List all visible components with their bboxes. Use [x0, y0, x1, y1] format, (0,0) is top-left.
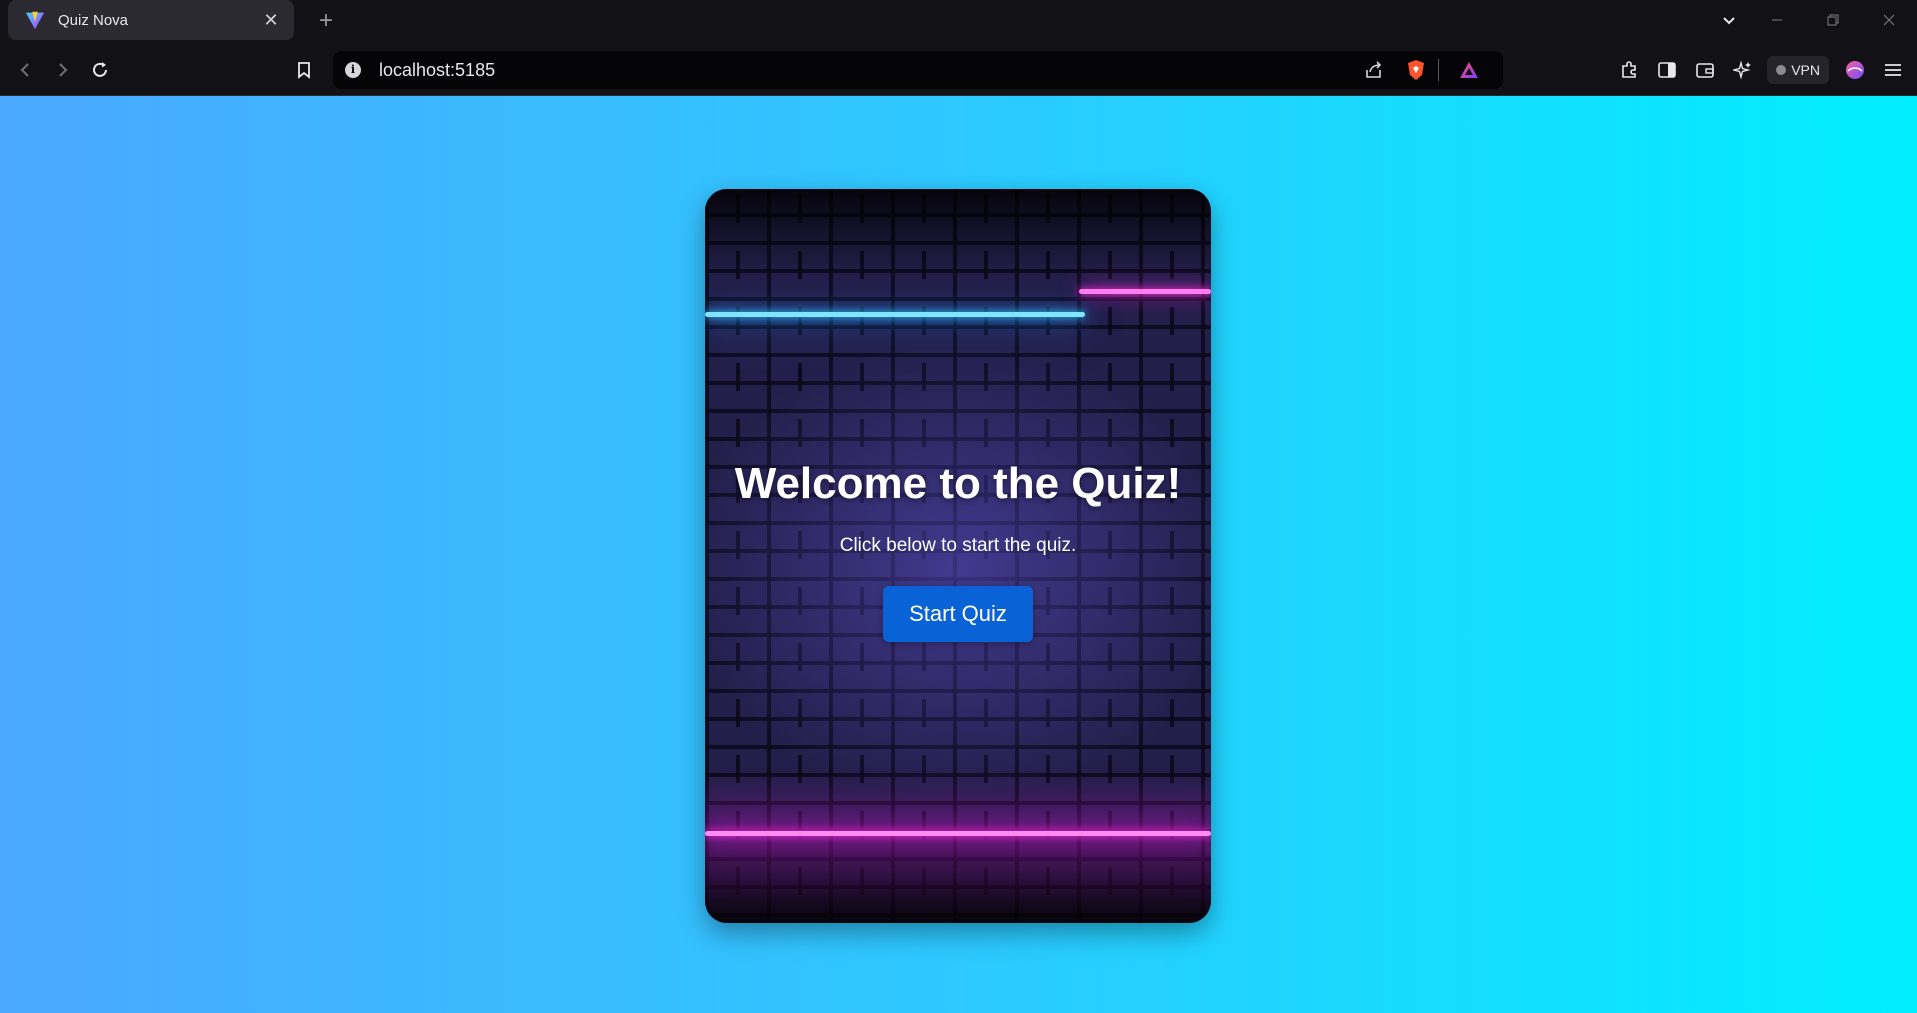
reload-icon[interactable] [86, 56, 114, 84]
chevron-down-icon[interactable] [1709, 0, 1749, 40]
tab-bar: Quiz Nova ✕ + [0, 0, 1917, 44]
page-title: Welcome to the Quiz! [734, 459, 1182, 508]
browser-tab[interactable]: Quiz Nova ✕ [8, 0, 294, 40]
quiz-welcome-card: Welcome to the Quiz! Click below to star… [705, 189, 1211, 923]
divider [1438, 59, 1439, 81]
vite-logo-icon [25, 11, 45, 30]
new-tab-button[interactable]: + [312, 8, 340, 36]
leo-ai-icon[interactable] [1729, 56, 1757, 84]
forward-arrow-icon[interactable] [48, 56, 76, 84]
toolbar-right: VPN [1615, 44, 1917, 96]
tab-title: Quiz Nova [58, 11, 129, 29]
brave-rewards-icon[interactable] [1457, 58, 1481, 82]
browser-toolbar: i localhost:5185 VPN [0, 44, 1917, 96]
card-content: Welcome to the Quiz! Click below to star… [705, 189, 1211, 923]
minimize-icon[interactable] [1749, 0, 1805, 40]
profile-avatar-icon[interactable] [1841, 56, 1869, 84]
start-quiz-button[interactable]: Start Quiz [883, 586, 1033, 642]
back-arrow-icon[interactable] [12, 56, 40, 84]
page-viewport: Welcome to the Quiz! Click below to star… [0, 96, 1917, 1013]
close-icon[interactable]: ✕ [260, 10, 282, 31]
address-bar-actions [1344, 51, 1481, 89]
vpn-label: VPN [1791, 62, 1820, 78]
close-window-icon[interactable] [1861, 0, 1917, 40]
extensions-icon[interactable] [1615, 56, 1643, 84]
address-bar[interactable]: i localhost:5185 [333, 51, 1503, 89]
share-icon[interactable] [1362, 58, 1386, 82]
vpn-button[interactable]: VPN [1767, 56, 1829, 84]
menu-icon[interactable] [1879, 56, 1907, 84]
site-info-icon[interactable]: i [345, 62, 361, 78]
window-controls [1709, 0, 1917, 40]
bookmark-icon[interactable] [290, 56, 318, 84]
restore-icon[interactable] [1805, 0, 1861, 40]
sidebar-icon[interactable] [1653, 56, 1681, 84]
wallet-icon[interactable] [1691, 56, 1719, 84]
vpn-status-icon [1776, 65, 1787, 75]
brave-shields-icon[interactable] [1404, 58, 1428, 82]
url-text[interactable]: localhost:5185 [379, 60, 1344, 81]
page-subtitle: Click below to start the quiz. [839, 535, 1077, 556]
